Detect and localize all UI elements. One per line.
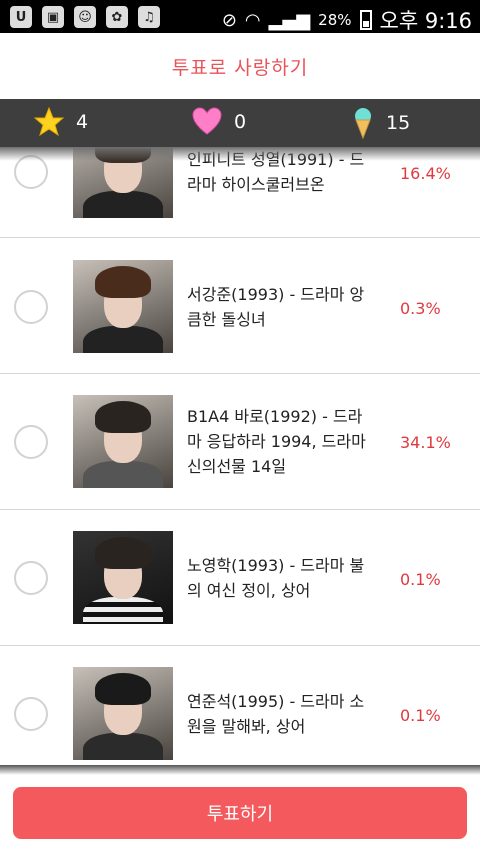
desc-line: 큼한 돌싱녀 xyxy=(187,310,266,329)
image-notification-icon: ▣ xyxy=(42,6,64,28)
counter-bar: 4 0 15 xyxy=(0,99,480,147)
radio-button[interactable] xyxy=(14,290,48,324)
candidate-description: B1A4 바로(1992) - 드라 마 응답하라 1994, 드라마 신의선물… xyxy=(187,404,387,479)
radio-button[interactable] xyxy=(14,561,48,595)
kitty-notification-icon: ☺ xyxy=(74,6,96,28)
clock: 오후 9:16 xyxy=(379,9,472,33)
ice-cream-counter: 15 xyxy=(352,107,410,139)
ice-cream-icon xyxy=(355,108,371,139)
heart-counter: 0 xyxy=(192,107,246,137)
candidate-photo xyxy=(73,667,173,760)
radio-button[interactable] xyxy=(14,155,48,189)
signal-icon: ▂▄▆ xyxy=(268,9,311,31)
star-count: 4 xyxy=(76,111,89,133)
candidate-description: 노영학(1993) - 드라마 불 의 여신 정이, 상어 xyxy=(187,553,387,603)
vote-percent: 34.1% xyxy=(400,433,451,452)
flower-notification-icon: ✿ xyxy=(106,6,128,28)
vote-button[interactable]: 투표하기 xyxy=(13,787,467,839)
star-icon xyxy=(34,107,64,137)
desc-line: 서강준(1993) - 드라마 앙 xyxy=(187,285,365,304)
battery-icon xyxy=(359,10,372,30)
list-item[interactable]: B1A4 바로(1992) - 드라 마 응답하라 1994, 드라마 신의선물… xyxy=(0,374,480,510)
radio-button[interactable] xyxy=(14,697,48,731)
vote-percent: 0.1% xyxy=(400,706,441,725)
battery-percent: 28% xyxy=(318,11,352,29)
status-bar: U ▣ ☺ ✿ ♫ ⊘ ◠ ▂▄▆ 28% 오후 9:16 xyxy=(0,0,480,33)
desc-line: 연준석(1995) - 드라마 소 xyxy=(187,692,365,711)
candidate-photo xyxy=(73,260,173,353)
candidate-list[interactable]: 인피니트 성열(1991) - 드 라마 하이스쿨러브온 16.4% 서강준(1… xyxy=(0,100,480,765)
candidate-description: 연준석(1995) - 드라마 소 원을 말해봐, 상어 xyxy=(187,689,387,739)
app-header: 투표로 사랑하기 xyxy=(0,33,480,99)
desc-line: 의 여신 정이, 상어 xyxy=(187,581,311,600)
headphones-icon: ♫ xyxy=(138,6,160,28)
page-title: 투표로 사랑하기 xyxy=(171,56,309,79)
notification-icons: U ▣ ☺ ✿ ♫ xyxy=(10,6,160,28)
wifi-icon: ◠ xyxy=(244,9,261,31)
desc-line: 라마 하이스쿨러브온 xyxy=(187,175,325,194)
desc-line: 노영학(1993) - 드라마 불 xyxy=(187,556,365,575)
list-item[interactable]: 연준석(1995) - 드라마 소 원을 말해봐, 상어 0.1% xyxy=(0,646,480,765)
candidate-photo xyxy=(73,395,173,488)
heart-icon xyxy=(192,107,222,135)
desc-line: 인피니트 성열(1991) - 드 xyxy=(187,150,365,169)
list-bottom-shadow xyxy=(0,765,480,775)
heart-count: 0 xyxy=(234,111,247,133)
vibrate-mute-icon: ⊘ xyxy=(221,9,237,31)
app-notification-icon: U xyxy=(10,6,32,28)
candidate-description: 서강준(1993) - 드라마 앙 큼한 돌싱녀 xyxy=(187,282,387,332)
star-counter: 4 xyxy=(34,107,88,137)
desc-line: B1A4 바로(1992) - 드라 xyxy=(187,407,363,426)
vote-percent: 0.1% xyxy=(400,570,441,589)
system-status: ⊘ ◠ ▂▄▆ 28% 오후 9:16 xyxy=(222,5,472,35)
candidate-description: 인피니트 성열(1991) - 드 라마 하이스쿨러브온 xyxy=(187,147,387,197)
radio-button[interactable] xyxy=(14,425,48,459)
vote-percent: 0.3% xyxy=(400,299,441,318)
desc-line: 신의선물 14일 xyxy=(187,457,287,476)
desc-line: 마 응답하라 1994, 드라마 xyxy=(187,432,366,451)
desc-line: 원을 말해봐, 상어 xyxy=(187,717,306,736)
list-item[interactable]: 서강준(1993) - 드라마 앙 큼한 돌싱녀 0.3% xyxy=(0,238,480,374)
list-item[interactable]: 노영학(1993) - 드라마 불 의 여신 정이, 상어 0.1% xyxy=(0,510,480,646)
candidate-photo xyxy=(73,531,173,624)
ice-cream-count: 15 xyxy=(386,112,411,134)
vote-percent: 16.4% xyxy=(400,164,451,183)
